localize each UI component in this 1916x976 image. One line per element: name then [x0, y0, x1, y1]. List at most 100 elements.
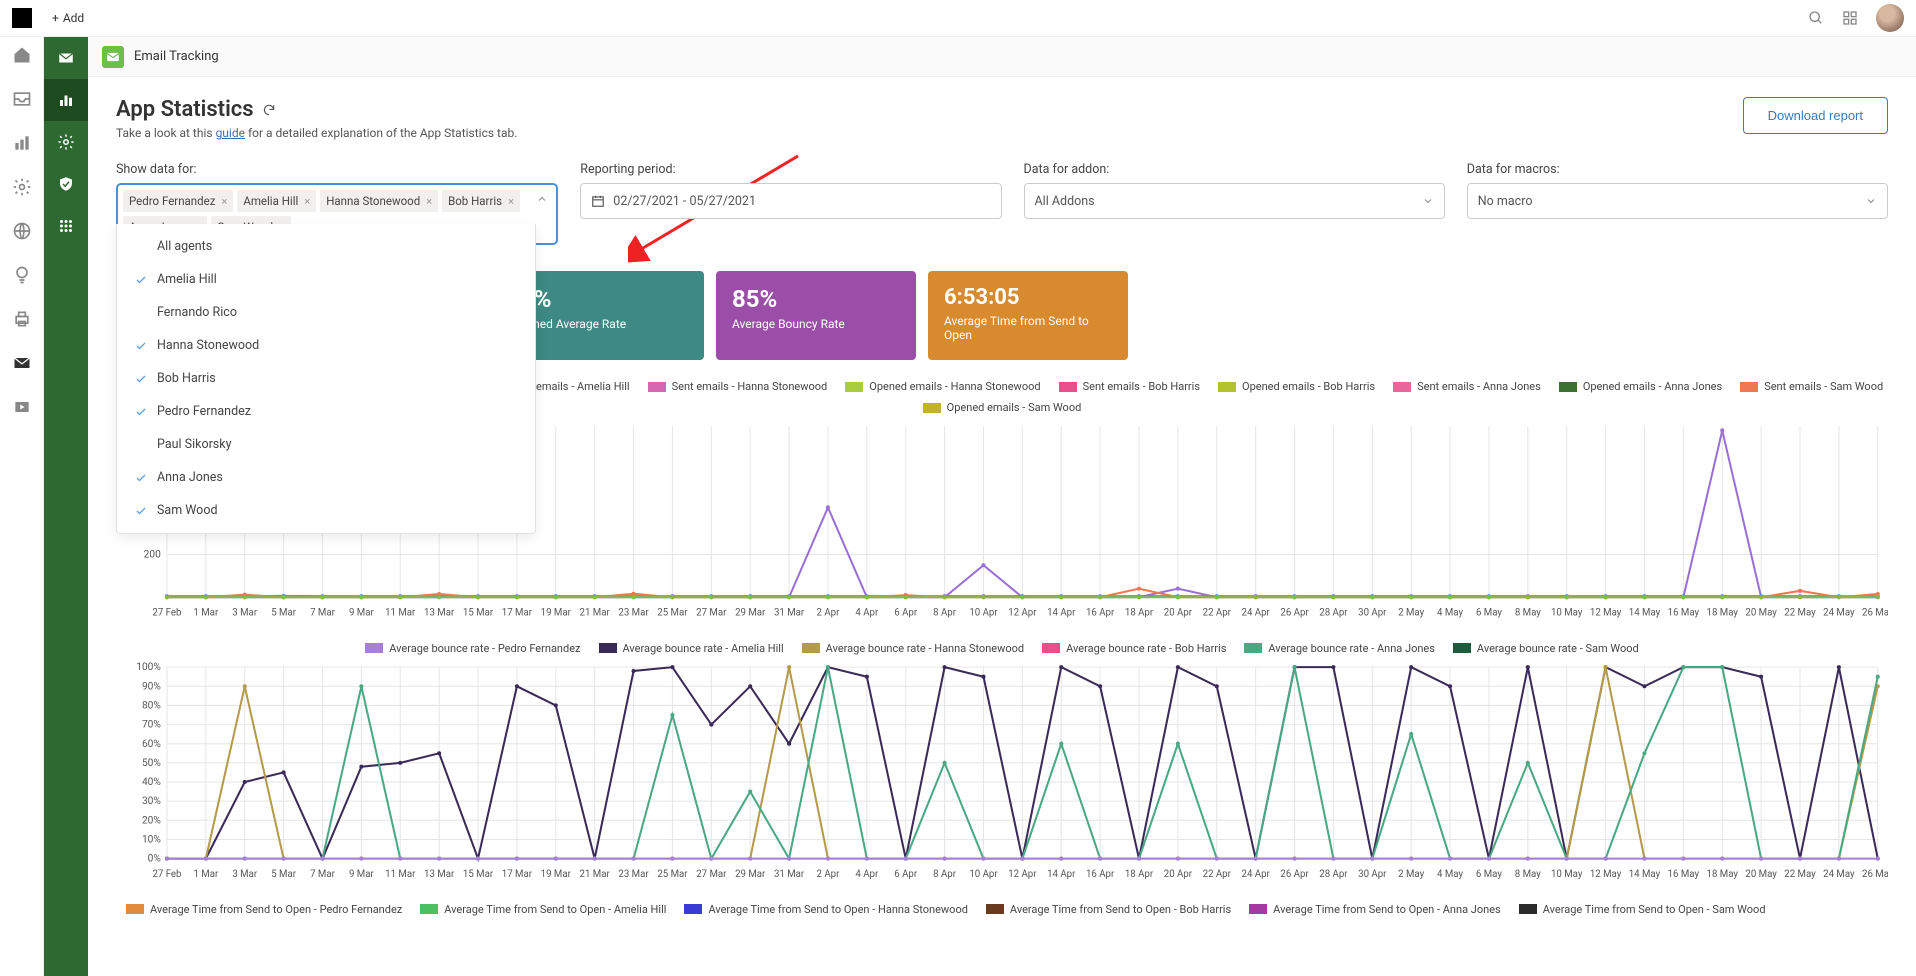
chip-remove-icon[interactable]: × [426, 195, 432, 208]
legend-item[interactable]: Average Time from Send to Open - Pedro F… [126, 903, 402, 916]
search-icon[interactable] [1808, 10, 1824, 26]
legend-item[interactable]: Average bounce rate - Pedro Fernandez [365, 642, 580, 655]
svg-text:26 Apr: 26 Apr [1280, 869, 1309, 880]
nav-settings[interactable] [44, 121, 88, 163]
legend-item[interactable]: Average bounce rate - Hanna Stonewood [802, 642, 1024, 655]
globe-icon[interactable] [12, 221, 32, 241]
home-icon[interactable] [12, 45, 32, 65]
dropdown-item[interactable]: Anna Jones [117, 461, 535, 494]
legend-item[interactable]: Average Time from Send to Open - Bob Har… [986, 903, 1231, 916]
legend-swatch [1249, 904, 1267, 914]
svg-text:7 Mar: 7 Mar [310, 869, 336, 880]
legend-item[interactable]: Average bounce rate - Bob Harris [1042, 642, 1226, 655]
refresh-icon[interactable] [262, 103, 276, 117]
tab-app-icon [102, 46, 124, 68]
chevron-down-icon [1865, 195, 1877, 207]
legend-item[interactable]: Average bounce rate - Anna Jones [1244, 642, 1435, 655]
svg-text:22 Apr: 22 Apr [1203, 608, 1232, 619]
dropdown-item[interactable]: Bob Harris [117, 362, 535, 395]
chip-remove-icon[interactable]: × [304, 195, 310, 208]
legend-item[interactable]: Sent emails - Sam Wood [1740, 380, 1883, 393]
chip-remove-icon[interactable]: × [508, 195, 514, 208]
macros-select[interactable]: No macro [1467, 183, 1888, 219]
dropdown-item[interactable]: Pedro Fernandez [117, 395, 535, 428]
svg-text:8 Apr: 8 Apr [933, 869, 957, 880]
svg-text:2 May: 2 May [1398, 869, 1424, 880]
chip-remove-icon[interactable]: × [221, 195, 227, 208]
download-report-button[interactable]: Download report [1743, 97, 1888, 134]
legend-item[interactable]: Average bounce rate - Amelia Hill [599, 642, 784, 655]
legend-item[interactable]: Average Time from Send to Open - Amelia … [420, 903, 666, 916]
svg-text:18 Apr: 18 Apr [1125, 608, 1154, 619]
agent-chip[interactable]: Bob Harris× [442, 190, 520, 212]
legend-item[interactable]: Sent emails - Anna Jones [1393, 380, 1541, 393]
dropdown-item[interactable]: Fernando Rico [117, 296, 535, 329]
agent-chip[interactable]: Amelia Hill× [237, 190, 316, 212]
svg-text:200: 200 [144, 550, 161, 561]
svg-text:4 May: 4 May [1437, 608, 1463, 619]
play-card-icon[interactable] [12, 397, 32, 417]
dropdown-item[interactable]: Amelia Hill [117, 263, 535, 296]
addon-select[interactable]: All Addons [1024, 183, 1445, 219]
agent-chip[interactable]: Hanna Stonewood× [320, 190, 438, 212]
bulb-icon[interactable] [12, 265, 32, 285]
legend-item[interactable]: Average Time from Send to Open - Sam Woo… [1519, 903, 1766, 916]
svg-text:17 Mar: 17 Mar [502, 869, 533, 880]
product-logo[interactable] [12, 8, 32, 28]
printer-icon[interactable] [12, 309, 32, 329]
legend-swatch [684, 904, 702, 914]
legend-item[interactable]: Opened emails - Bob Harris [1218, 380, 1375, 393]
svg-text:27 Feb: 27 Feb [152, 608, 181, 619]
svg-text:4 Apr: 4 Apr [855, 608, 879, 619]
svg-text:24 May: 24 May [1823, 608, 1855, 619]
svg-text:27 Mar: 27 Mar [696, 608, 727, 619]
nav-statistics[interactable] [44, 79, 88, 121]
svg-text:14 May: 14 May [1629, 869, 1661, 880]
legend-item[interactable]: Opened emails - Sam Wood [923, 401, 1082, 414]
legend-item[interactable]: Opened emails - Hanna Stonewood [845, 380, 1040, 393]
dropdown-item[interactable]: Paul Sikorsky [117, 428, 535, 461]
svg-text:14 Apr: 14 Apr [1047, 608, 1076, 619]
svg-text:21 Mar: 21 Mar [580, 869, 611, 880]
dropdown-item[interactable]: All agents [117, 230, 535, 263]
stat-card-time-to-open: 6:53:05 Average Time from Send to Open [928, 271, 1128, 360]
svg-text:6 May: 6 May [1476, 869, 1502, 880]
legend-item[interactable]: Sent emails - Hanna Stonewood [648, 380, 828, 393]
inbox-icon[interactable] [12, 89, 32, 109]
filter-show-label: Show data for: [116, 162, 558, 177]
dropdown-item[interactable]: Hanna Stonewood [117, 329, 535, 362]
apps-icon[interactable] [1842, 10, 1858, 26]
stat-value: 85% [732, 285, 900, 313]
svg-text:12 Apr: 12 Apr [1008, 608, 1037, 619]
legend-item[interactable]: Opened emails - Anna Jones [1559, 380, 1722, 393]
bar-chart-icon[interactable] [12, 133, 32, 153]
svg-text:60%: 60% [142, 738, 161, 749]
svg-text:9 Mar: 9 Mar [349, 869, 375, 880]
legend-item[interactable]: Average Time from Send to Open - Hanna S… [684, 903, 967, 916]
add-button[interactable]: + Add [52, 11, 84, 25]
dropdown-item[interactable]: Sam Wood [117, 494, 535, 527]
legend-item[interactable]: Average Time from Send to Open - Anna Jo… [1249, 903, 1501, 916]
legend-item[interactable]: Average bounce rate - Sam Wood [1453, 642, 1639, 655]
svg-text:13 Mar: 13 Mar [424, 869, 455, 880]
user-avatar[interactable] [1876, 4, 1904, 32]
guide-link[interactable]: guide [216, 126, 245, 140]
gear-icon[interactable] [12, 177, 32, 197]
agent-chip[interactable]: Pedro Fernandez× [123, 190, 233, 212]
svg-text:25 Mar: 25 Mar [657, 608, 688, 619]
svg-text:30%: 30% [142, 796, 161, 807]
nav-apps[interactable] [44, 205, 88, 247]
nav-shield[interactable] [44, 163, 88, 205]
legend-item[interactable]: Sent emails - Bob Harris [1059, 380, 1200, 393]
chevron-up-icon [536, 193, 548, 205]
mail-dark-icon[interactable] [12, 353, 32, 373]
nav-mail[interactable] [44, 37, 88, 79]
check-icon [135, 340, 147, 352]
svg-text:24 Apr: 24 Apr [1242, 869, 1271, 880]
period-picker[interactable]: 02/27/2021 - 05/27/2021 [580, 183, 1001, 219]
svg-text:6 Apr: 6 Apr [894, 869, 918, 880]
svg-text:27 Mar: 27 Mar [696, 869, 727, 880]
tab-title: Email Tracking [134, 49, 219, 64]
check-icon [135, 307, 147, 319]
svg-text:23 Mar: 23 Mar [618, 869, 649, 880]
